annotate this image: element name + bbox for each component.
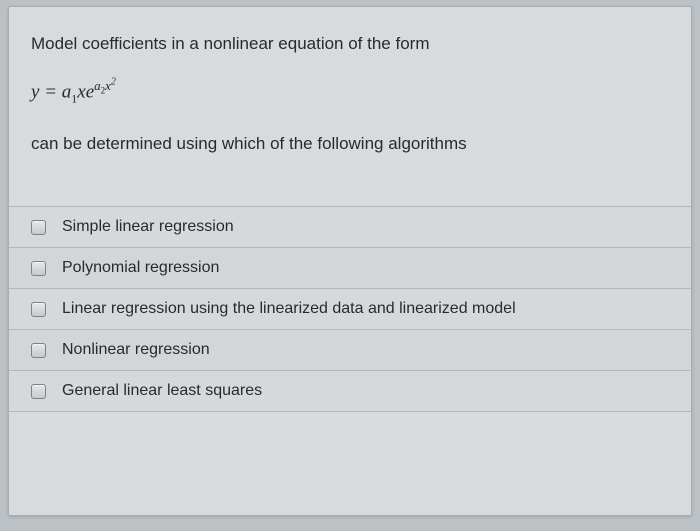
checkbox-icon[interactable] bbox=[31, 261, 46, 276]
equation-a1: a bbox=[62, 81, 72, 102]
checkbox-icon[interactable] bbox=[31, 302, 46, 317]
option-row[interactable]: General linear least squares bbox=[9, 371, 691, 412]
options-list: Simple linear regression Polynomial regr… bbox=[9, 206, 691, 412]
option-label: Polynomial regression bbox=[62, 259, 219, 277]
equation-exponent: a2x2 bbox=[94, 78, 116, 93]
option-label: Simple linear regression bbox=[62, 218, 234, 236]
option-row[interactable]: Polynomial regression bbox=[9, 248, 691, 289]
equation: y = a1xea2x2 bbox=[31, 75, 669, 107]
option-row[interactable]: Nonlinear regression bbox=[9, 330, 691, 371]
question-card: Model coefficients in a nonlinear equati… bbox=[8, 6, 692, 516]
checkbox-icon[interactable] bbox=[31, 384, 46, 399]
prompt-line-1: Model coefficients in a nonlinear equati… bbox=[31, 31, 669, 57]
equation-e: e bbox=[86, 81, 94, 102]
equation-x1: x bbox=[77, 81, 85, 102]
option-row[interactable]: Linear regression using the linearized d… bbox=[9, 289, 691, 330]
prompt-line-2: can be determined using which of the fol… bbox=[31, 131, 669, 157]
option-row[interactable]: Simple linear regression bbox=[9, 207, 691, 248]
equation-equals: = bbox=[39, 81, 61, 102]
checkbox-icon[interactable] bbox=[31, 220, 46, 235]
question-stem: Model coefficients in a nonlinear equati… bbox=[9, 7, 691, 206]
option-label: General linear least squares bbox=[62, 382, 262, 400]
checkbox-icon[interactable] bbox=[31, 343, 46, 358]
option-label: Nonlinear regression bbox=[62, 341, 210, 359]
option-label: Linear regression using the linearized d… bbox=[62, 300, 516, 318]
equation-exp-pow: 2 bbox=[111, 77, 116, 88]
